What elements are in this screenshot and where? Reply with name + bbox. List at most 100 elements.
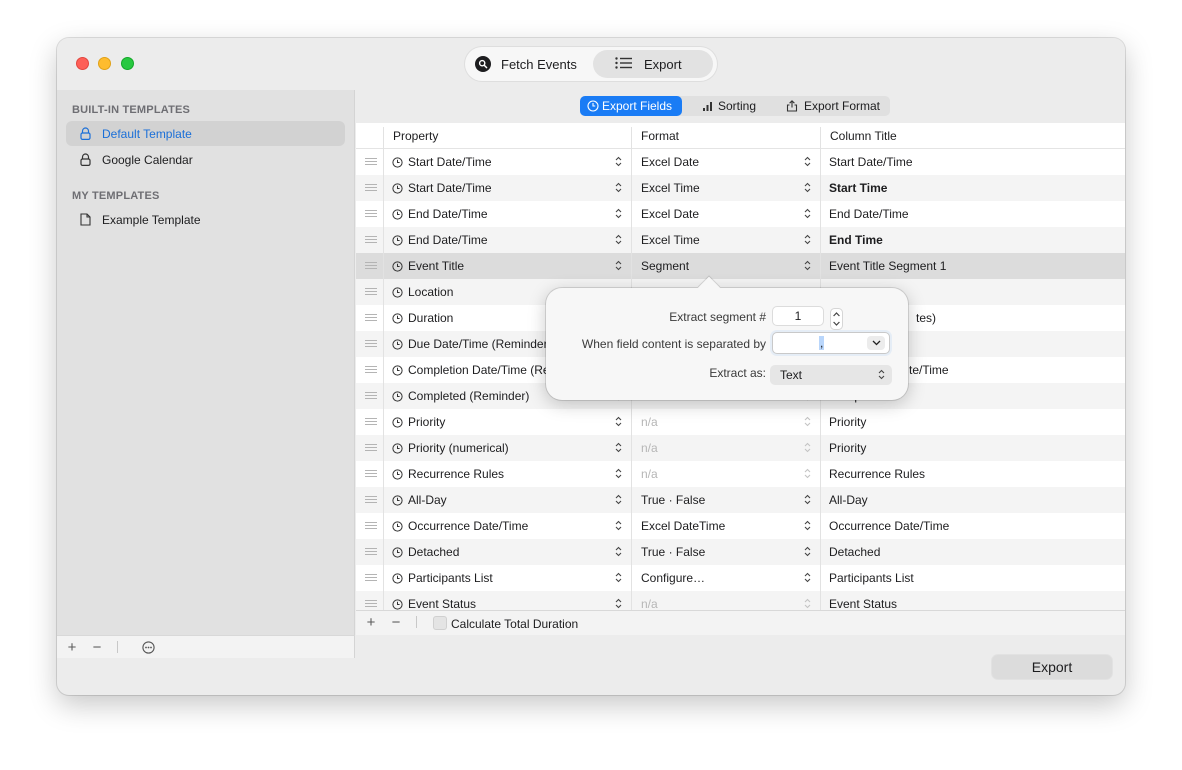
format-popup[interactable]: Segment xyxy=(641,259,689,273)
table-row[interactable]: Priority (numerical) n/a Priority xyxy=(356,435,1125,461)
column-title-field[interactable]: Priority xyxy=(829,415,866,429)
separator-dropdown-button[interactable] xyxy=(867,336,885,350)
drag-handle-icon[interactable] xyxy=(365,574,377,582)
tab-export-fields[interactable]: Export Fields xyxy=(580,96,682,116)
remove-template-button[interactable]: − xyxy=(89,638,105,656)
column-title-field[interactable]: End Time xyxy=(829,233,883,247)
minimize-window-button[interactable] xyxy=(98,57,111,70)
drag-handle-icon[interactable] xyxy=(365,340,377,348)
format-popup[interactable]: n/a xyxy=(641,597,658,610)
sidebar-item-google-calendar[interactable]: Google Calendar xyxy=(66,147,345,172)
add-field-button[interactable]: + xyxy=(363,613,379,631)
property-popup[interactable]: Start Date/Time xyxy=(392,181,492,195)
column-title-field[interactable]: Event Status xyxy=(829,597,897,610)
column-title-field[interactable]: All-Day xyxy=(829,493,868,507)
property-popup[interactable]: Location xyxy=(392,285,453,299)
export-button[interactable]: Export xyxy=(992,655,1112,679)
property-popup[interactable]: Detached xyxy=(392,545,459,559)
segment-stepper[interactable] xyxy=(830,308,843,330)
table-row[interactable]: Recurrence Rules n/a Recurrence Rules xyxy=(356,461,1125,487)
property-popup[interactable]: Participants List xyxy=(392,571,493,585)
table-row[interactable]: Detached True · False Detached xyxy=(356,539,1125,565)
drag-handle-icon[interactable] xyxy=(365,262,377,270)
table-row[interactable]: End Date/Time Excel Date End Date/Time xyxy=(356,201,1125,227)
table-row[interactable]: Start Date/Time Excel Date Start Date/Time xyxy=(356,149,1125,175)
sidebar-item-example-template[interactable]: Example Template xyxy=(66,207,345,232)
format-popup[interactable]: Excel Time xyxy=(641,181,700,195)
drag-handle-icon[interactable] xyxy=(365,236,377,244)
table-row[interactable]: Priority n/a Priority xyxy=(356,409,1125,435)
drag-handle-icon[interactable] xyxy=(365,470,377,478)
column-title-field[interactable]: Detached xyxy=(829,545,880,559)
drag-handle-icon[interactable] xyxy=(365,158,377,166)
sidebar-item-default-template[interactable]: Default Template xyxy=(66,121,345,146)
table-row[interactable]: Start Date/Time Excel Time Start Time xyxy=(356,175,1125,201)
more-options-button[interactable] xyxy=(140,638,156,656)
column-header-format[interactable]: Format xyxy=(641,129,679,143)
format-popup[interactable]: Excel Time xyxy=(641,233,700,247)
property-popup[interactable]: Start Date/Time xyxy=(392,155,492,169)
drag-handle-icon[interactable] xyxy=(365,288,377,296)
tab-sorting[interactable]: Sorting xyxy=(684,96,780,116)
table-row[interactable]: End Date/Time Excel Time End Time xyxy=(356,227,1125,253)
table-row[interactable]: Event Status n/a Event Status xyxy=(356,591,1125,610)
property-popup[interactable]: Event Status xyxy=(392,597,476,610)
column-title-field[interactable]: Event Title Segment 1 xyxy=(829,259,946,273)
add-template-button[interactable]: + xyxy=(64,638,80,656)
property-popup[interactable]: Completion Date/Time (Re xyxy=(392,363,550,377)
format-popup[interactable]: n/a xyxy=(641,415,658,429)
format-popup[interactable]: Configure… xyxy=(641,571,705,585)
property-popup[interactable]: Occurrence Date/Time xyxy=(392,519,528,533)
table-row[interactable]: Event Title Segment Event Title Segment 1 xyxy=(356,253,1125,279)
column-header-column-title[interactable]: Column Title xyxy=(830,129,897,143)
column-title-field[interactable]: tes) xyxy=(916,311,936,325)
property-popup[interactable]: Recurrence Rules xyxy=(392,467,504,481)
separator-combobox[interactable]: , xyxy=(772,332,890,354)
drag-handle-icon[interactable] xyxy=(365,184,377,192)
format-popup[interactable]: True · False xyxy=(641,545,705,559)
extract-as-select[interactable]: Text xyxy=(770,365,892,385)
drag-handle-icon[interactable] xyxy=(365,366,377,374)
format-popup[interactable]: True · False xyxy=(641,493,705,507)
column-title-field[interactable]: Start Time xyxy=(829,181,887,195)
drag-handle-icon[interactable] xyxy=(365,418,377,426)
format-popup[interactable]: Excel Date xyxy=(641,155,699,169)
table-row[interactable]: Participants List Configure… Participants … xyxy=(356,565,1125,591)
table-row[interactable]: All-Day True · False All-Day xyxy=(356,487,1125,513)
property-popup[interactable]: Due Date/Time (Reminder) xyxy=(392,337,552,351)
property-popup[interactable]: Priority xyxy=(392,415,445,429)
column-title-field[interactable]: Occurrence Date/Time xyxy=(829,519,949,533)
drag-handle-icon[interactable] xyxy=(365,210,377,218)
format-popup[interactable]: Excel DateTime xyxy=(641,519,725,533)
drag-handle-icon[interactable] xyxy=(365,444,377,452)
drag-handle-icon[interactable] xyxy=(365,548,377,556)
fetch-events-tab[interactable]: Fetch Events xyxy=(469,50,591,78)
property-popup[interactable]: End Date/Time xyxy=(392,233,488,247)
segment-number-field[interactable]: 1 xyxy=(772,306,824,326)
table-row[interactable]: Occurrence Date/Time Excel DateTime Occurr… xyxy=(356,513,1125,539)
format-popup[interactable]: Excel Date xyxy=(641,207,699,221)
column-header-property[interactable]: Property xyxy=(393,129,438,143)
format-popup[interactable]: n/a xyxy=(641,441,658,455)
zoom-window-button[interactable] xyxy=(121,57,134,70)
property-popup[interactable]: Completed (Reminder) xyxy=(392,389,529,403)
property-popup[interactable]: Priority (numerical) xyxy=(392,441,509,455)
property-popup[interactable]: Duration xyxy=(392,311,453,325)
column-title-field[interactable]: te/Time xyxy=(909,363,949,377)
format-popup[interactable]: n/a xyxy=(641,467,658,481)
column-title-field[interactable]: End Date/Time xyxy=(829,207,909,221)
drag-handle-icon[interactable] xyxy=(365,392,377,400)
remove-field-button[interactable]: − xyxy=(388,613,404,631)
property-popup[interactable]: Event Title xyxy=(392,259,464,273)
column-title-field[interactable]: Priority xyxy=(829,441,866,455)
drag-handle-icon[interactable] xyxy=(365,600,377,608)
column-title-field[interactable]: Start Date/Time xyxy=(829,155,913,169)
tab-export-format[interactable]: Export Format xyxy=(780,96,890,116)
column-title-field[interactable]: Participants List xyxy=(829,571,914,585)
property-popup[interactable]: End Date/Time xyxy=(392,207,488,221)
column-title-field[interactable]: Recurrence Rules xyxy=(829,467,925,481)
drag-handle-icon[interactable] xyxy=(365,522,377,530)
drag-handle-icon[interactable] xyxy=(365,496,377,504)
calculate-total-duration-checkbox[interactable] xyxy=(433,616,447,630)
close-window-button[interactable] xyxy=(76,57,89,70)
